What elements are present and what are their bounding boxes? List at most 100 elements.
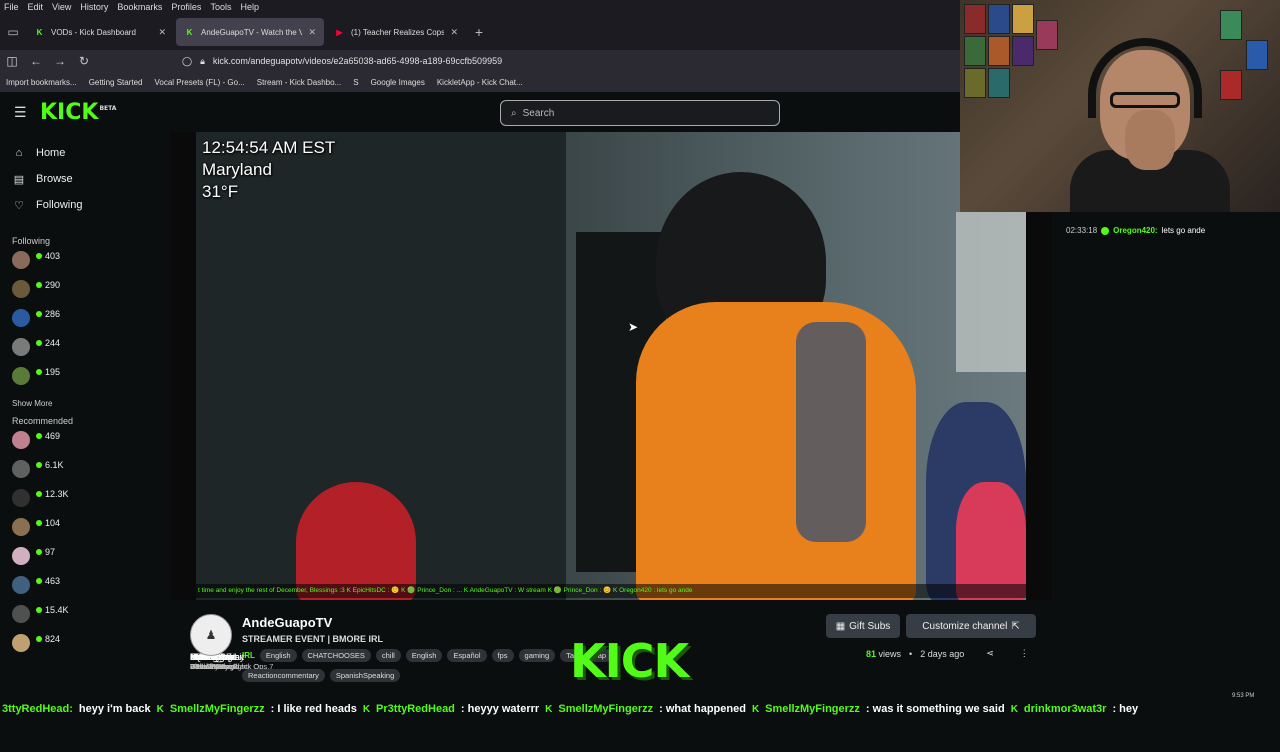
poster (964, 4, 986, 34)
chat-text: : I like red heads (270, 703, 357, 715)
tab-list-icon[interactable]: ▭ (0, 25, 26, 39)
sidebar-item-label: Following (36, 199, 83, 211)
live-dot-icon (36, 282, 42, 288)
channel-list-item[interactable]: Edmatthews IRL 6.1K (0, 459, 240, 671)
poster (988, 36, 1010, 66)
bookmark-item[interactable]: Getting Started (89, 78, 143, 87)
channel-list-item[interactable]: LURK24 Call of Duty: Black Ops 7 195 (0, 366, 273, 671)
overlay-location: Maryland (202, 160, 272, 179)
video-player[interactable]: 12:54:54 AM EST Maryland 31°F t time and… (196, 132, 1026, 600)
chat-username[interactable]: Oregon420: (1113, 226, 1157, 235)
channel-list-item[interactable]: Suhnie VTubers 97 (0, 546, 218, 671)
viewer-count: 286 (36, 309, 60, 319)
channel-list-item[interactable]: Chulls_PE Dead By Daylight 244 (0, 337, 248, 671)
tag-chip[interactable]: English (259, 649, 297, 662)
tab-close-icon[interactable]: ✕ (450, 27, 458, 38)
show-more-link[interactable]: Show More (0, 399, 170, 408)
chat-text: heyy i'm back (78, 703, 151, 715)
channel-list-item[interactable]: HioGameplay Brawl Stars 286 (0, 308, 245, 671)
share-icon[interactable]: ⋖ (986, 648, 994, 659)
channel-avatar[interactable]: ♟ (190, 614, 232, 656)
chat-text: lets go ande (1161, 226, 1206, 235)
kick-logo[interactable]: KICKBETA (40, 100, 116, 125)
tag-chip[interactable]: English (405, 649, 443, 662)
kick-badge-icon: K (545, 703, 553, 715)
tab-favicon-icon: K (36, 27, 43, 37)
url-bar[interactable]: ◯ 🔒︎ kick.com/andeguapotv/videos/e2a6503… (182, 51, 942, 71)
menu-item-view[interactable]: View (52, 2, 71, 12)
channel-list-item[interactable]: BlondeRabbit Slots & Casino 824 (0, 633, 244, 671)
url-text[interactable]: kick.com/andeguapotv/videos/e2a65038-ad6… (213, 56, 502, 66)
browser-tab[interactable]: ▶ (1) Teacher Realizes Cops Disco... ✕ (326, 18, 466, 46)
search-input[interactable]: ⌕ Search (500, 100, 780, 126)
tag-chip[interactable]: SpanishSpeaking (329, 669, 401, 682)
customize-channel-button[interactable]: Customize channel ⇱ (906, 614, 1036, 638)
channel-list-item[interactable]: chilling_og IRL 403 (0, 250, 233, 671)
tag-chip[interactable]: Español (447, 649, 487, 662)
category-link[interactable]: IRL (242, 651, 255, 660)
nav-bar: ◫ ← → ↻ ◯ 🔒︎ kick.com/andeguapotv/videos… (0, 50, 960, 72)
tag-chip[interactable]: gaming (518, 649, 556, 662)
bookmark-item[interactable]: Google Images (371, 78, 425, 87)
sidebar-item-browse[interactable]: ▤ Browse (0, 166, 170, 192)
sidebar-toggle-icon[interactable]: ◫ (0, 54, 24, 68)
heart-icon: ♡ (14, 199, 24, 212)
bookmark-item[interactable]: Vocal Presets (FL) - Go... (155, 78, 245, 87)
menu-item-tools[interactable]: Tools (210, 2, 231, 12)
tag-list-2: Reactioncommentary SpanishSpeaking (242, 669, 401, 682)
viewer-count-value: 244 (45, 338, 61, 348)
channel-name[interactable]: AndeGuapoTV (242, 615, 332, 630)
channel-list-item[interactable]: iceinmyvein Slots & Casino 463 (0, 575, 239, 671)
menu-item-file[interactable]: File (4, 2, 19, 12)
channel-list-item[interactable]: oblivionsw IRL 15.4K (0, 604, 232, 671)
bookmark-item[interactable]: Import bookmarks... (6, 78, 77, 87)
menu-item-edit[interactable]: Edit (28, 2, 44, 12)
channel-list-item[interactable]: RiddaW Just Chatting 104 (0, 517, 234, 671)
back-button[interactable]: ← (24, 54, 48, 68)
tag-chip[interactable]: CHATCHOOSES (301, 649, 371, 662)
menu-item-profiles[interactable]: Profiles (171, 2, 201, 12)
sidebar-item-label: Home (36, 147, 66, 159)
menu-item-history[interactable]: History (80, 2, 108, 12)
site-header: ☰ KICKBETA ⌕ Search (0, 92, 960, 132)
reload-button[interactable]: ↻ (72, 54, 96, 68)
channel-list-item[interactable]: xQc Just Chatting 12.3K (0, 488, 234, 671)
chat-text: : was it something we said (865, 703, 1005, 715)
forward-button[interactable]: → (48, 54, 72, 68)
avatar (12, 251, 30, 269)
browser-tab[interactable]: K AndeGuapoTV - Watch the VO... ✕ (176, 18, 324, 46)
tab-close-icon[interactable]: ✕ (158, 27, 166, 38)
search-placeholder: Search (522, 107, 555, 119)
sidebar-item-following[interactable]: ♡ Following (0, 192, 170, 218)
beta-label: BETA (99, 105, 117, 113)
tab-close-icon[interactable]: ✕ (308, 27, 316, 38)
chat-timestamp: 02:33:18 (1066, 226, 1098, 235)
poster (1220, 70, 1242, 100)
new-tab-button[interactable]: + (466, 24, 492, 40)
more-options-icon[interactable]: ⋮ (1020, 648, 1029, 659)
customize-label: Customize channel (922, 620, 1008, 632)
kick-badge-icon: K (362, 703, 371, 715)
home-icon: ⌂ (15, 147, 23, 159)
viewer-count-value: 97 (45, 547, 56, 557)
tag-chip[interactable]: fps (491, 649, 514, 662)
tag-chip[interactable]: Reactioncommentary (242, 669, 325, 682)
gift-subs-button[interactable]: ▦ Gift Subs (826, 614, 900, 638)
tag-chip[interactable]: chill (375, 649, 401, 662)
menu-icon[interactable]: ☰ (14, 104, 28, 121)
bookmark-item[interactable]: S (353, 78, 358, 87)
browser-tab[interactable]: K VODs - Kick Dashboard ✕ (26, 18, 174, 46)
following-heading: Following (12, 236, 51, 246)
avatar (12, 338, 30, 356)
overlay-time: 12:54:54 AM EST (202, 138, 336, 157)
sidebar-item-home[interactable]: ⌂ Home (0, 140, 170, 166)
menu-item-help[interactable]: Help (240, 2, 259, 12)
live-dot-icon (36, 462, 42, 468)
bookmark-item[interactable]: Stream - Kick Dashbo... (257, 78, 341, 87)
viewer-count: 97 (36, 547, 55, 557)
shield-icon: ◯ (182, 55, 193, 66)
bookmark-item[interactable]: KickletApp - Kick Chat... (437, 78, 523, 87)
channel-list-item[interactable]: NinaDrama IRL 469 (0, 430, 236, 671)
menu-item-bookmarks[interactable]: Bookmarks (117, 2, 162, 12)
channel-list-item[interactable]: mobbing Call of Duty: Black Op... 290 (0, 279, 270, 671)
